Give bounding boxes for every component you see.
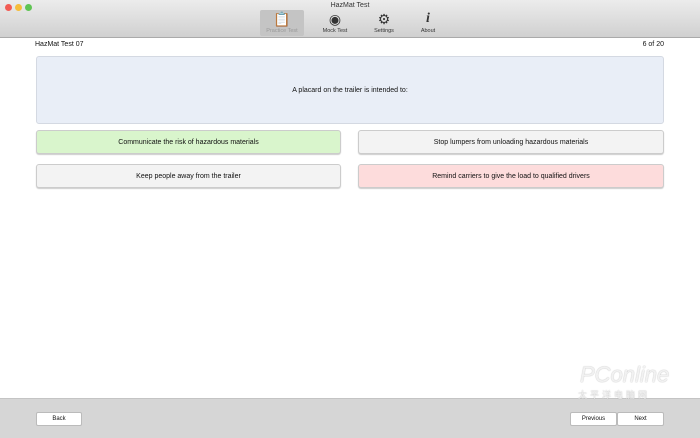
toolbar-practice-test[interactable]: 📋 Practice Test bbox=[260, 10, 304, 36]
answer-option-3[interactable]: Keep people away from the trailer bbox=[36, 164, 341, 188]
toolbar-label: Practice Test bbox=[266, 28, 298, 34]
back-button[interactable]: Back bbox=[36, 412, 82, 426]
answer-option-1[interactable]: Communicate the risk of hazardous materi… bbox=[36, 130, 341, 154]
title-bar: HazMat Test 📋 Practice Test ◉ Mock Test ⚙ S… bbox=[0, 0, 700, 38]
clipboard-icon: 📋 bbox=[273, 11, 291, 27]
question-progress: 6 of 20 bbox=[642, 41, 664, 48]
toolbar-label: Mock Test bbox=[322, 28, 348, 34]
answer-text: Communicate the risk of hazardous materi… bbox=[118, 138, 259, 146]
stopwatch-icon: ◉ bbox=[328, 11, 342, 27]
watermark-logo: PConline bbox=[580, 362, 670, 387]
answer-option-4[interactable]: Remind carriers to give the load to qual… bbox=[358, 164, 664, 188]
gear-icon: ⚙ bbox=[377, 11, 391, 27]
info-icon: i bbox=[426, 11, 430, 26]
toolbar-settings[interactable]: ⚙ Settings bbox=[362, 10, 406, 36]
test-name: HazMat Test 07 bbox=[35, 41, 84, 48]
question-box: A placard on the trailer is intended to: bbox=[36, 56, 664, 124]
answer-text: Keep people away from the trailer bbox=[136, 172, 241, 180]
window-title: HazMat Test bbox=[330, 2, 370, 9]
watermark-subtitle: 太平洋电脑网 bbox=[578, 390, 651, 400]
question-text: A placard on the trailer is intended to: bbox=[292, 86, 408, 94]
footer-bar: Back Previous Next bbox=[0, 398, 700, 438]
previous-button[interactable]: Previous bbox=[570, 412, 617, 426]
toolbar-label: About bbox=[420, 28, 436, 34]
toolbar-mock-test[interactable]: ◉ Mock Test bbox=[313, 10, 357, 36]
toolbar-about[interactable]: i About bbox=[406, 10, 450, 36]
next-button[interactable]: Next bbox=[617, 412, 664, 426]
answer-option-2[interactable]: Stop lumpers from unloading hazardous ma… bbox=[358, 130, 664, 154]
toolbar-label: Settings bbox=[374, 28, 394, 34]
answer-text: Remind carriers to give the load to qual… bbox=[432, 172, 590, 180]
answer-text: Stop lumpers from unloading hazardous ma… bbox=[433, 138, 589, 146]
